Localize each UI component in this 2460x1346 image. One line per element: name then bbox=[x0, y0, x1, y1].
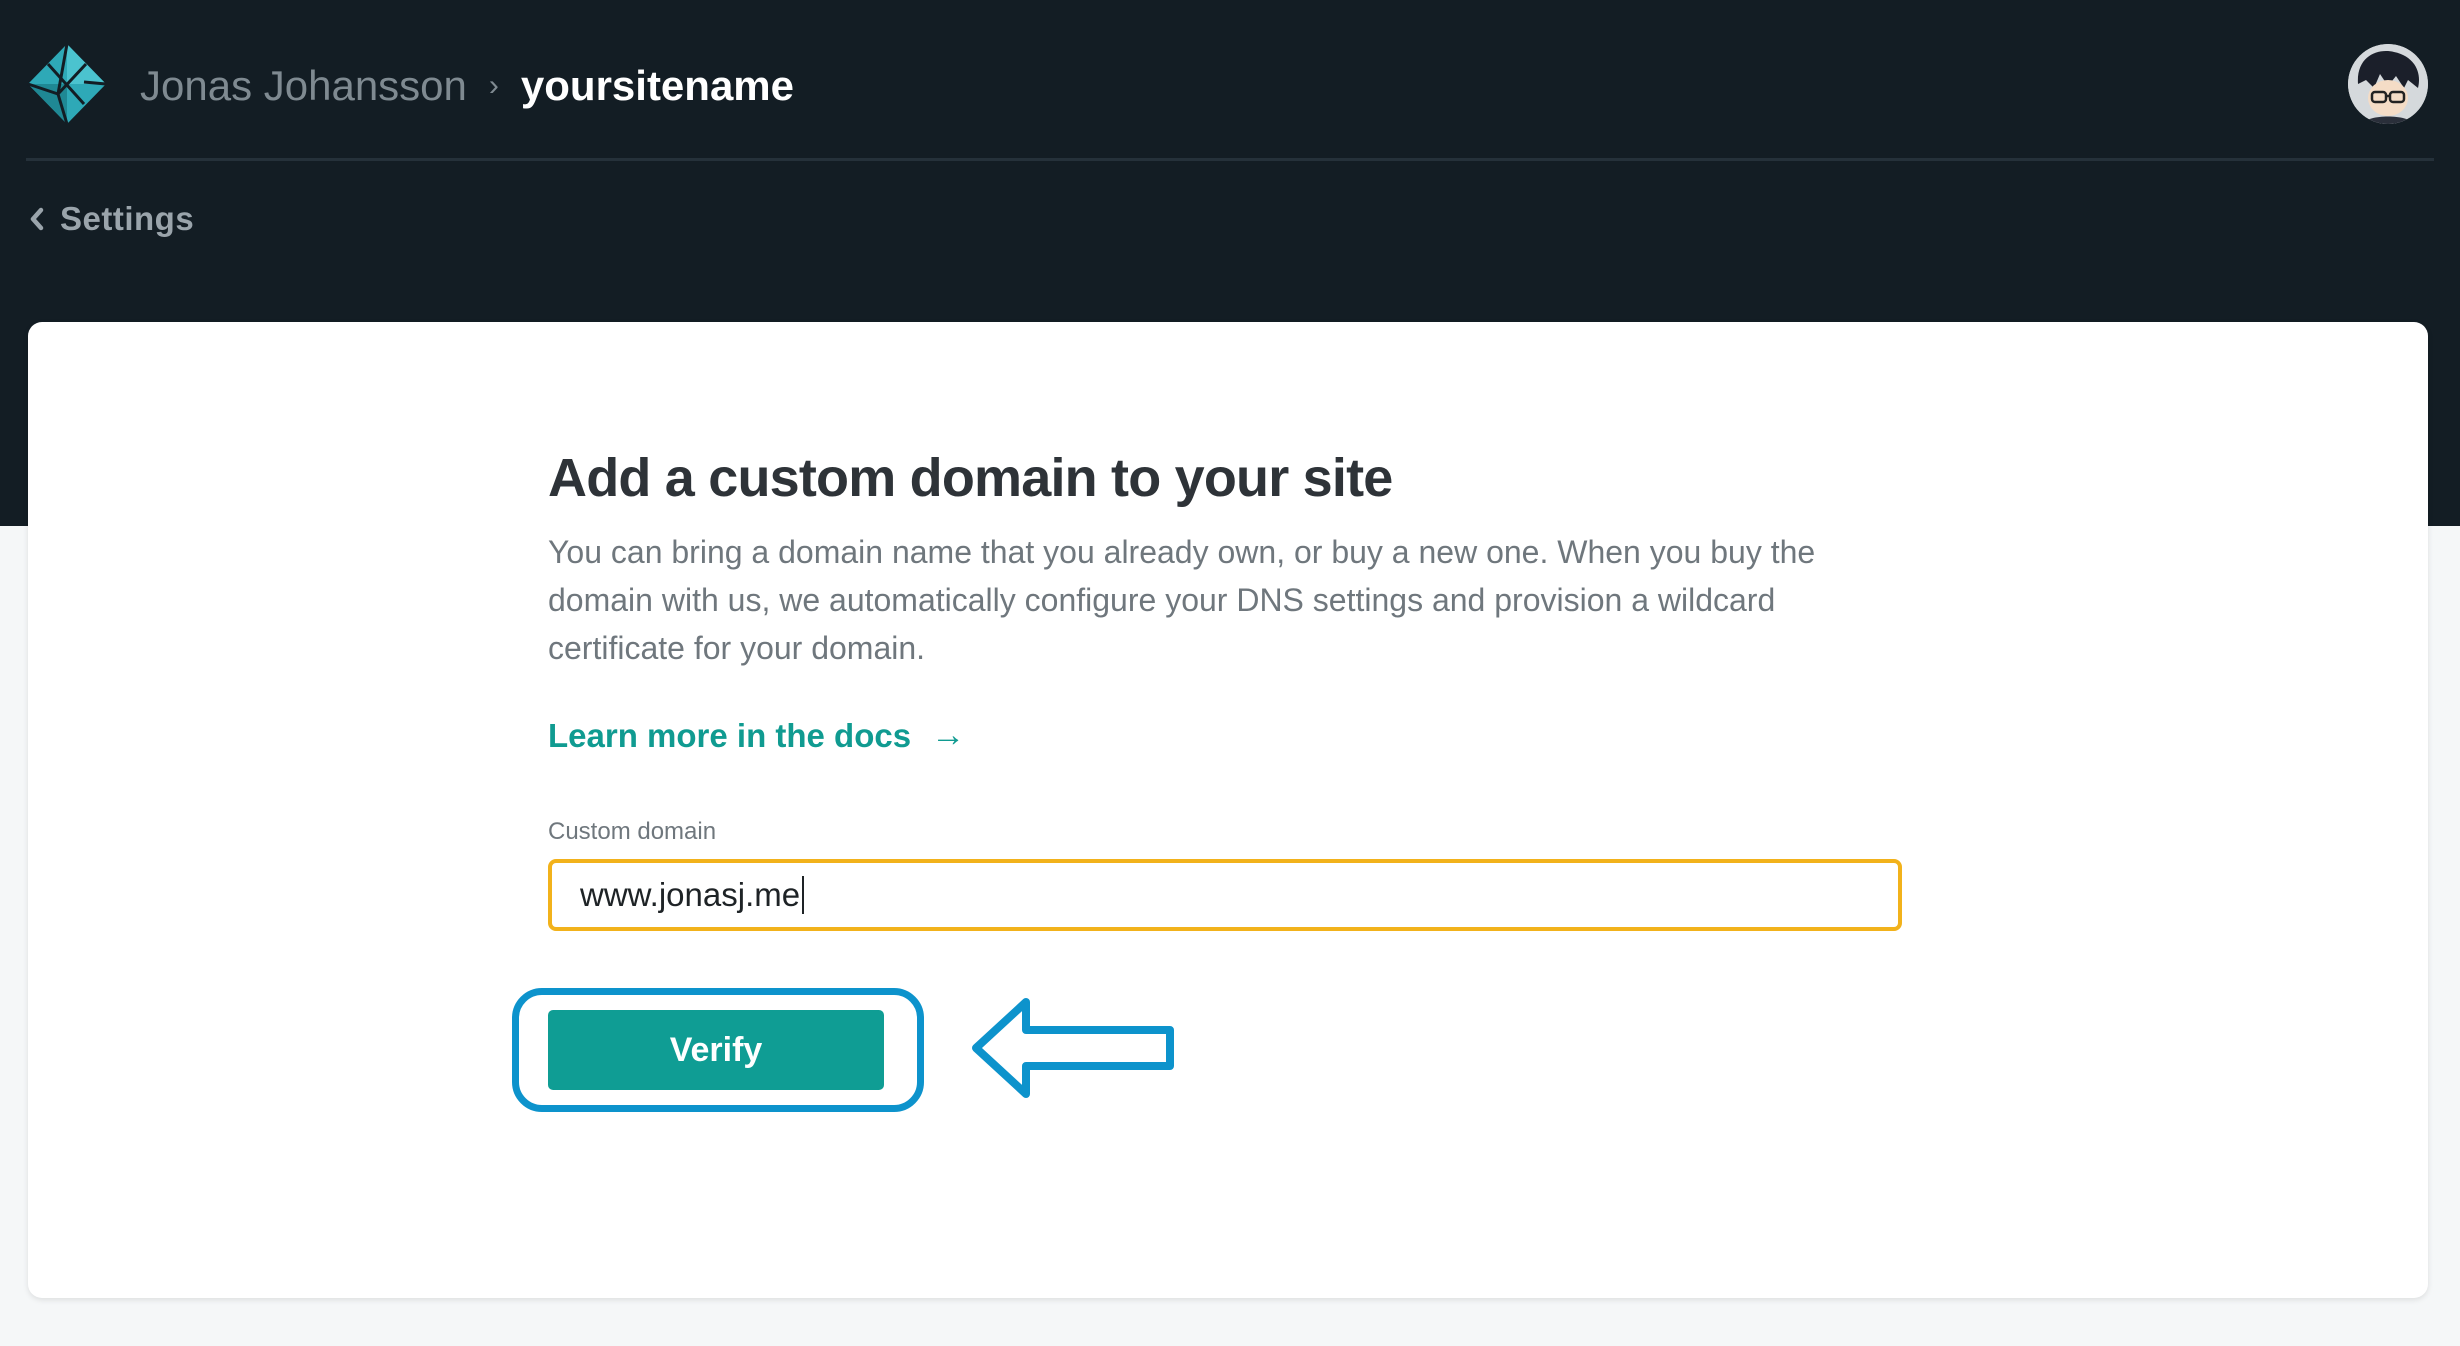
arrow-right-icon: → bbox=[931, 716, 966, 754]
breadcrumb: Jonas Johansson › yoursitename bbox=[140, 58, 794, 114]
page-description: You can bring a domain name that you alr… bbox=[548, 534, 1816, 666]
back-to-settings-link[interactable]: Settings bbox=[26, 196, 194, 242]
chevron-left-icon bbox=[30, 207, 44, 231]
header-divider bbox=[26, 158, 2434, 161]
docs-link[interactable]: Learn more in the docs → bbox=[548, 716, 965, 755]
page-title: Add a custom domain to your site bbox=[548, 448, 1393, 508]
docs-link-label: Learn more in the docs bbox=[548, 716, 912, 754]
domain-form: Add a custom domain to your site You can… bbox=[548, 442, 1928, 931]
back-link-label: Settings bbox=[60, 200, 195, 237]
arrow-left-icon bbox=[972, 998, 1174, 1098]
custom-domain-label: Custom domain bbox=[548, 818, 717, 845]
breadcrumb-separator-icon: › bbox=[488, 69, 499, 102]
breadcrumb-site-name[interactable]: yoursitename bbox=[521, 62, 794, 110]
custom-domain-input[interactable]: www.jonasj.me bbox=[548, 859, 1902, 931]
verify-button[interactable]: Verify bbox=[548, 1010, 884, 1090]
custom-domain-value: www.jonasj.me bbox=[580, 876, 801, 913]
breadcrumb-team-link[interactable]: Jonas Johansson bbox=[140, 62, 467, 110]
user-avatar[interactable] bbox=[2348, 44, 2428, 124]
netlify-logo-icon[interactable] bbox=[26, 42, 108, 126]
domain-card: Add a custom domain to your site You can… bbox=[28, 322, 2428, 1298]
text-cursor bbox=[802, 876, 805, 914]
